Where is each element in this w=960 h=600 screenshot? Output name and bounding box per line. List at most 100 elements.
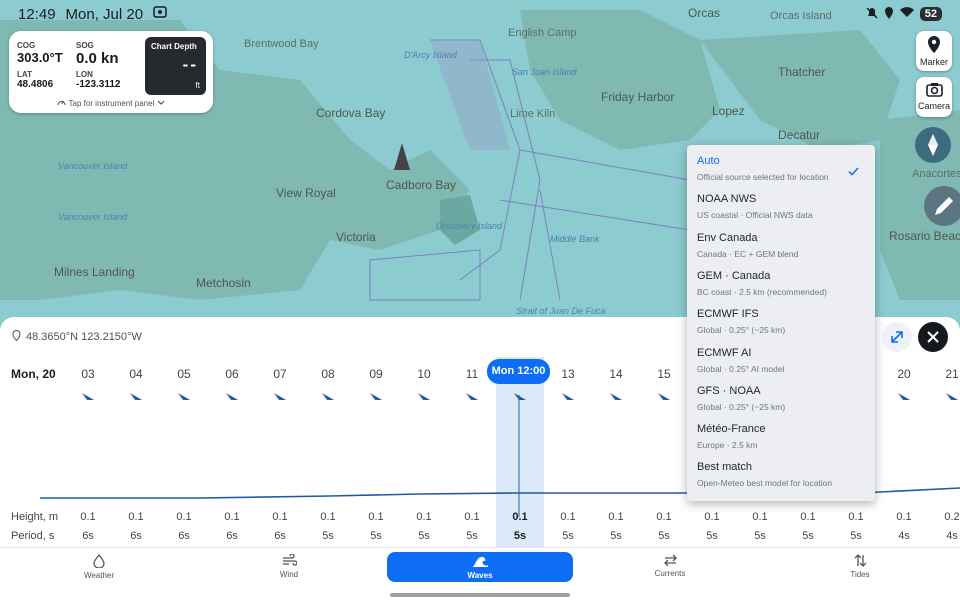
depth-title: Chart Depth <box>151 42 197 51</box>
source-option[interactable]: Météo-France Europe · 2.5 km <box>687 419 875 457</box>
wave-period-value: 6s <box>226 530 238 542</box>
screenshot-icon <box>153 5 167 23</box>
wind-icon <box>196 553 382 569</box>
location-pin-icon <box>12 329 21 344</box>
battery-indicator: 52 <box>919 7 942 21</box>
wave-period-value: 5s <box>370 530 382 542</box>
map-label: Rosario Beach <box>889 229 960 243</box>
cog-label: COG <box>17 41 36 50</box>
wifi-icon <box>899 7 914 21</box>
wave-height-value: 0.1 <box>512 511 528 523</box>
depth-value: -- <box>182 55 198 74</box>
wave-height-value: 0.1 <box>560 511 576 523</box>
map-label: Middle Bank <box>550 234 600 244</box>
source-option-name: Env Canada <box>697 231 758 244</box>
source-option[interactable]: NOAA NWS US coastal · Official NWS data <box>687 189 875 227</box>
checkmark-icon <box>848 163 859 181</box>
tab-waves[interactable]: Waves <box>387 552 573 582</box>
wave-period-value: 5s <box>658 530 670 542</box>
source-option[interactable]: GFS · NOAA Global · 0.25° (~25 km) <box>687 381 875 419</box>
edit-button[interactable] <box>924 186 960 226</box>
wave-period-value: 5s <box>466 530 478 542</box>
instrument-panel-toggle[interactable]: Tap for instrument panel <box>9 98 213 108</box>
pencil-icon <box>924 197 960 230</box>
drop-icon <box>6 553 192 570</box>
depth-unit: ft <box>195 81 200 90</box>
source-option-name: GEM · Canada <box>697 269 771 282</box>
sog-value: 0.0 kn <box>76 50 119 67</box>
source-option-description: Global · 0.25° (~25 km) <box>697 401 786 412</box>
forecast-source-menu: Auto Official source selected for locatio… <box>687 145 875 501</box>
map-label: Decatur <box>778 128 821 142</box>
wave-height-value: 0.1 <box>128 511 144 523</box>
map-label: Cadboro Bay <box>386 178 457 192</box>
source-option-description: Global · 0.25° AI model <box>697 363 785 374</box>
camera-icon <box>916 82 952 99</box>
home-indicator[interactable] <box>390 593 570 597</box>
wave-period-value: 5s <box>754 530 766 542</box>
source-option[interactable]: GEM · Canada BC coast · 2.5 km (recommend… <box>687 266 875 304</box>
chart-depth-card: Chart Depth -- ft <box>145 37 206 95</box>
map-label: Discovery Island <box>436 221 503 231</box>
status-time: 12:49 <box>18 5 56 23</box>
wave-period-value: 5s <box>610 530 622 542</box>
wave-height-value: 0.1 <box>272 511 288 523</box>
close-icon <box>918 331 948 356</box>
updown-icon <box>767 554 953 569</box>
camera-button[interactable]: Camera <box>916 77 952 117</box>
status-date: Mon, Jul 20 <box>65 5 144 23</box>
tab-label: Waves <box>467 571 493 580</box>
map-label: Brentwood Bay <box>244 38 319 50</box>
wave-period-value: 5s <box>706 530 718 542</box>
source-option-name: ECMWF IFS <box>697 308 759 321</box>
compass-button[interactable] <box>915 127 951 163</box>
wave-height-value: 0.1 <box>608 511 624 523</box>
map-label: Lopez <box>712 104 745 118</box>
source-option-name: Best match <box>697 461 753 474</box>
close-button[interactable] <box>918 322 948 352</box>
wave-height-value: 0.1 <box>704 511 720 523</box>
tab-label: Wind <box>279 570 299 579</box>
source-option[interactable]: Env Canada Canada · EC + GEM blend <box>687 228 875 266</box>
location-icon <box>884 6 894 22</box>
source-option[interactable]: ECMWF AI Global · 0.25° AI model <box>687 343 875 381</box>
wave-period-value: 5s <box>513 530 527 542</box>
wave-height-value: 0.1 <box>848 511 864 523</box>
tab-wind[interactable]: Wind <box>196 552 382 582</box>
map-label: View Royal <box>276 186 336 200</box>
tab-label: Weather <box>83 571 115 580</box>
wave-height-value: 0.1 <box>320 511 336 523</box>
swap-icon <box>577 554 763 568</box>
wave-height-value: 0.1 <box>896 511 912 523</box>
map-label: D'Arcy Island <box>404 50 457 60</box>
status-bar: 12:49 Mon, Jul 20 52 <box>0 0 960 28</box>
map-label: Anacortes <box>912 168 960 180</box>
instrument-panel-hint: Tap for instrument panel <box>68 99 155 108</box>
marker-button[interactable]: Marker <box>916 31 952 71</box>
instrument-panel[interactable]: COG 303.0°T SOG 0.0 kn LAT 48.4806 LON -… <box>9 31 213 113</box>
source-option-name: Météo-France <box>697 423 766 436</box>
map-label: Vancouver Island <box>58 212 128 222</box>
wave-icon <box>387 554 573 570</box>
wave-period-value: 5s <box>850 530 862 542</box>
map-label: Strait of Juan De Fuca <box>516 306 606 316</box>
map-label: English Camp <box>508 27 577 39</box>
wave-period-value: 6s <box>274 530 286 542</box>
gauge-icon <box>57 99 68 108</box>
sog-label: SOG <box>76 41 94 50</box>
source-option[interactable]: ECMWF IFS Global · 0.25° (~25 km) <box>687 304 875 342</box>
expand-button[interactable] <box>882 322 912 352</box>
source-option-description: Europe · 2.5 km <box>697 440 758 451</box>
source-option-name: NOAA NWS <box>697 193 757 206</box>
source-option[interactable]: Best match Open-Meteo best model for loca… <box>687 457 875 495</box>
marker-label: Marker <box>919 57 948 67</box>
source-option[interactable]: Auto Official source selected for locatio… <box>687 151 875 189</box>
tab-tides[interactable]: Tides <box>767 552 953 582</box>
wave-period-value: 5s <box>418 530 430 542</box>
tab-weather[interactable]: Weather <box>6 552 192 582</box>
source-option-description: BC coast · 2.5 km (recommended) <box>697 286 827 297</box>
wave-height-value: 0.1 <box>368 511 384 523</box>
map-label: Vancouver Island <box>58 161 128 171</box>
wave-height-value: 0.1 <box>224 511 240 523</box>
tab-currents[interactable]: Currents <box>577 552 763 582</box>
